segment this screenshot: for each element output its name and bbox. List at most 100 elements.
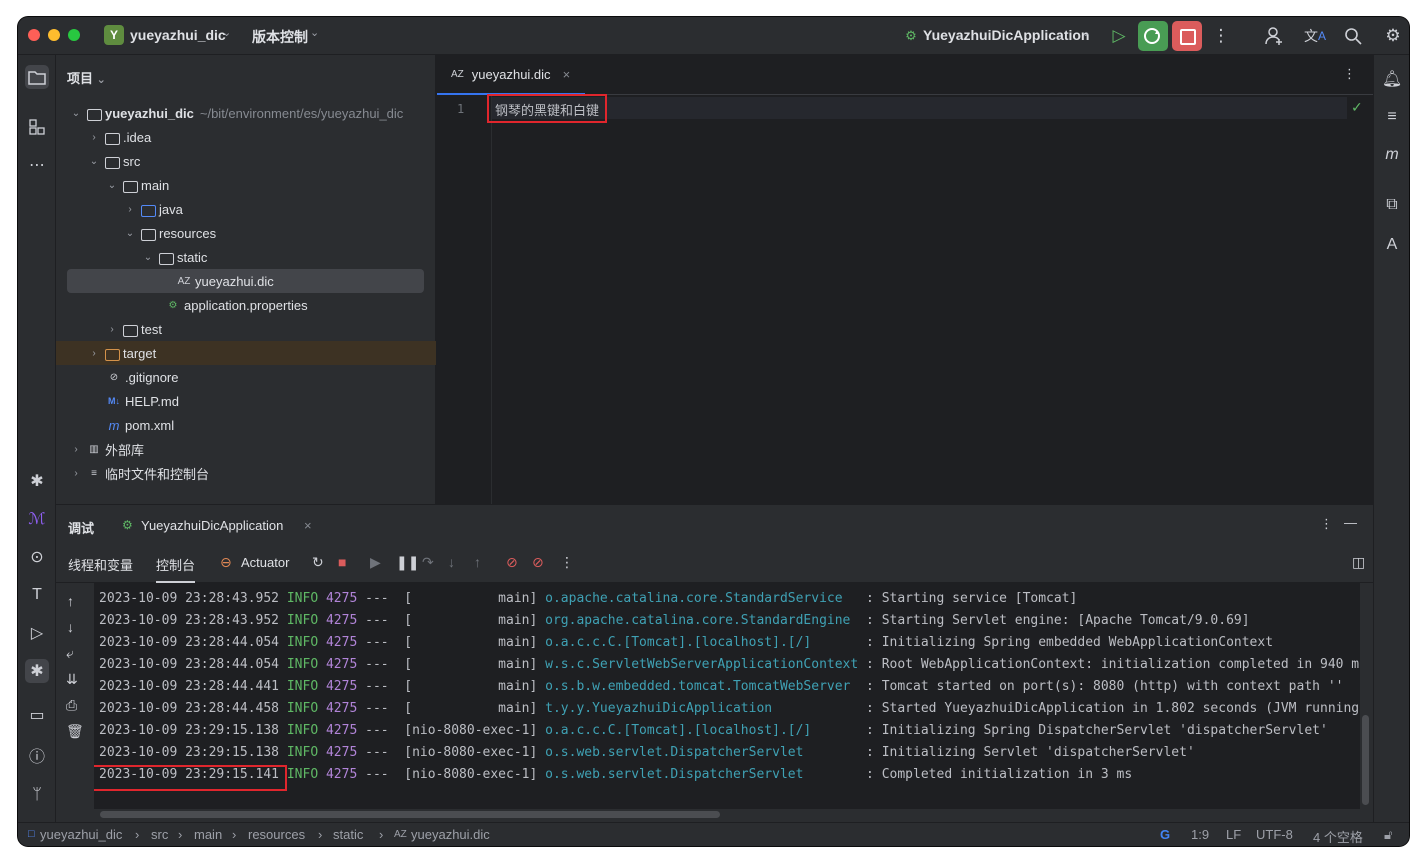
trash-icon[interactable]: 🗑︎ xyxy=(66,723,84,740)
print-icon[interactable]: ⎙ xyxy=(66,697,77,714)
step-over-icon[interactable]: ↷ xyxy=(422,554,434,571)
tree-item-test[interactable]: › test xyxy=(56,317,436,341)
search-icon[interactable] xyxy=(1340,23,1366,49)
stop-button[interactable] xyxy=(1172,21,1202,51)
close-session-icon[interactable]: × xyxy=(304,518,312,533)
stop-icon[interactable]: ■ xyxy=(338,554,346,570)
resume-icon[interactable]: ▶ xyxy=(370,554,381,571)
run-config-selector[interactable]: YueyazhuiDicApplication xyxy=(923,27,1089,43)
tree-item-pom-xml[interactable]: m pom.xml xyxy=(56,413,436,437)
google-icon[interactable]: G xyxy=(1160,827,1170,842)
tree-item-java[interactable]: › java xyxy=(56,197,436,221)
chevron-down-icon[interactable]: ⌄ xyxy=(106,180,118,191)
chevron-right-icon[interactable]: › xyxy=(106,324,118,335)
tree-item-yueyazhui-dic[interactable]: AZ yueyazhui.dic xyxy=(67,269,424,293)
mute-breakpoints-icon[interactable]: ⊘ xyxy=(532,554,544,571)
more-tools-icon[interactable]: ⋯ xyxy=(25,153,49,177)
breadcrumb-item[interactable]: yueyazhui_dic xyxy=(40,827,122,842)
chevron-down-icon[interactable]: ⌄ xyxy=(88,156,100,167)
lock-icon[interactable]: 🔓︎ xyxy=(1384,827,1392,843)
panel-options-icon[interactable]: ⋮ xyxy=(1320,516,1333,532)
tree-item-root[interactable]: ⌄ yueyazhui_dic ~/bit/environment/es/yue… xyxy=(56,101,436,125)
console-output[interactable]: 2023-10-09 23:28:43.952 INFO 4275 --- [ … xyxy=(94,583,1360,809)
tree-item-gitignore[interactable]: ⊘ .gitignore xyxy=(56,365,436,389)
bug-icon[interactable]: ✱ xyxy=(25,469,49,493)
step-out-icon[interactable]: ↑ xyxy=(474,554,481,570)
chevron-right-icon[interactable]: › xyxy=(124,204,136,215)
zoom-window-button[interactable] xyxy=(68,29,80,41)
file-encoding[interactable]: UTF-8 xyxy=(1256,827,1293,842)
chevron-right-icon[interactable]: › xyxy=(70,468,82,479)
close-window-button[interactable] xyxy=(28,29,40,41)
hide-panel-icon[interactable]: — xyxy=(1344,515,1357,530)
breadcrumb-item[interactable]: src xyxy=(151,827,168,842)
vcs-menu[interactable]: 版本控制 xyxy=(252,27,308,47)
more-options-icon[interactable]: ⋮ xyxy=(560,554,574,571)
build-hammer-icon[interactable]: T xyxy=(25,583,49,607)
breadcrumb-item[interactable]: yueyazhui.dic xyxy=(411,827,490,842)
tree-item-src[interactable]: ⌄ src xyxy=(56,149,436,173)
git-icon[interactable]: ᛘ xyxy=(25,783,49,807)
settings-gear-icon[interactable]: ⚙ xyxy=(1380,23,1406,49)
chevron-down-icon[interactable]: ⌄ xyxy=(222,26,231,39)
more-options-icon[interactable]: ⋮ xyxy=(1208,23,1234,49)
tab-console[interactable]: 控制台 xyxy=(156,555,196,583)
step-into-icon[interactable]: ↓ xyxy=(448,554,455,570)
project-name[interactable]: yueyazhui_dic xyxy=(130,27,226,43)
project-folder-icon[interactable] xyxy=(25,65,49,89)
tree-item-main[interactable]: ⌄ main xyxy=(56,173,436,197)
breadcrumb-item[interactable]: resources xyxy=(248,827,305,842)
run-icon[interactable]: ▷ xyxy=(25,621,49,645)
tab-actuator[interactable]: Actuator xyxy=(241,555,289,570)
rerun-icon[interactable]: ↻ xyxy=(312,554,324,571)
line-separator[interactable]: LF xyxy=(1226,827,1241,842)
pause-icon[interactable]: ❚❚ xyxy=(396,554,419,571)
problems-icon[interactable]: ⓘ xyxy=(25,743,49,767)
tree-item-scratches[interactable]: › ≡ 临时文件和控制台 xyxy=(56,461,436,485)
chevron-down-icon[interactable]: ⌄ xyxy=(310,26,319,39)
tree-item-application-properties[interactable]: ⚙ application.properties xyxy=(56,293,436,317)
tree-item-help-md[interactable]: M↓ HELP.md xyxy=(56,389,436,413)
structure-icon[interactable] xyxy=(25,115,49,139)
word-book-icon[interactable]: A xyxy=(1380,233,1404,257)
tree-item-idea[interactable]: › .idea xyxy=(56,125,436,149)
maven-icon[interactable]: ℳ xyxy=(25,507,49,531)
breadcrumb-item[interactable]: static xyxy=(333,827,363,842)
chevron-down-icon[interactable]: ⌄ xyxy=(1081,26,1090,39)
project-badge[interactable]: Y xyxy=(104,25,124,45)
chevron-right-icon[interactable]: › xyxy=(70,444,82,455)
rerun-debug-button[interactable] xyxy=(1138,21,1168,51)
chevron-down-icon[interactable]: ⌄ xyxy=(142,252,154,263)
soft-wrap-icon[interactable]: ⤶ xyxy=(66,645,74,662)
chevron-right-icon[interactable]: › xyxy=(88,132,100,143)
maven-m-icon[interactable]: m xyxy=(1380,143,1404,167)
terminal-icon[interactable]: ▭ xyxy=(25,703,49,727)
console-horizontal-scrollbar[interactable] xyxy=(100,811,720,818)
run-icon[interactable]: ▷ xyxy=(1106,23,1132,49)
indent-setting[interactable]: 4 个空格 xyxy=(1313,827,1363,846)
services-icon[interactable]: ⊙ xyxy=(25,545,49,569)
view-breakpoints-icon[interactable]: ⊘ xyxy=(506,554,518,571)
debug-panel-title[interactable]: 调试 xyxy=(68,518,94,537)
notifications-bell-icon[interactable]: 🔔︎ xyxy=(1380,67,1404,91)
cursor-position[interactable]: 1:9 xyxy=(1191,827,1209,842)
editor-options-icon[interactable]: ⋮ xyxy=(1343,66,1356,82)
up-arrow-icon[interactable]: ↑ xyxy=(67,593,74,609)
scroll-to-end-icon[interactable]: ⇊ xyxy=(66,671,78,688)
down-arrow-icon[interactable]: ↓ xyxy=(67,619,74,635)
dependencies-icon[interactable]: ⧉ xyxy=(1380,193,1404,217)
debug-icon[interactable]: ✱ xyxy=(25,659,49,683)
close-tab-icon[interactable]: × xyxy=(563,67,571,82)
debug-session-tab[interactable]: YueyazhuiDicApplication xyxy=(141,518,283,533)
chevron-down-icon[interactable]: ⌄ xyxy=(70,108,82,119)
database-icon[interactable]: ≡ xyxy=(1380,105,1404,129)
no-problems-check-icon[interactable]: ✓ xyxy=(1351,99,1363,116)
minimize-window-button[interactable] xyxy=(48,29,60,41)
translate-icon[interactable]: 文A xyxy=(1302,23,1328,49)
tree-item-static[interactable]: ⌄ static xyxy=(56,245,436,269)
console-vertical-scrollbar[interactable] xyxy=(1362,715,1369,805)
breadcrumb-item[interactable]: main xyxy=(194,827,222,842)
chevron-right-icon[interactable]: › xyxy=(88,348,100,359)
tree-item-resources[interactable]: ⌄ resources xyxy=(56,221,436,245)
chevron-down-icon[interactable]: ⌄ xyxy=(124,228,136,239)
